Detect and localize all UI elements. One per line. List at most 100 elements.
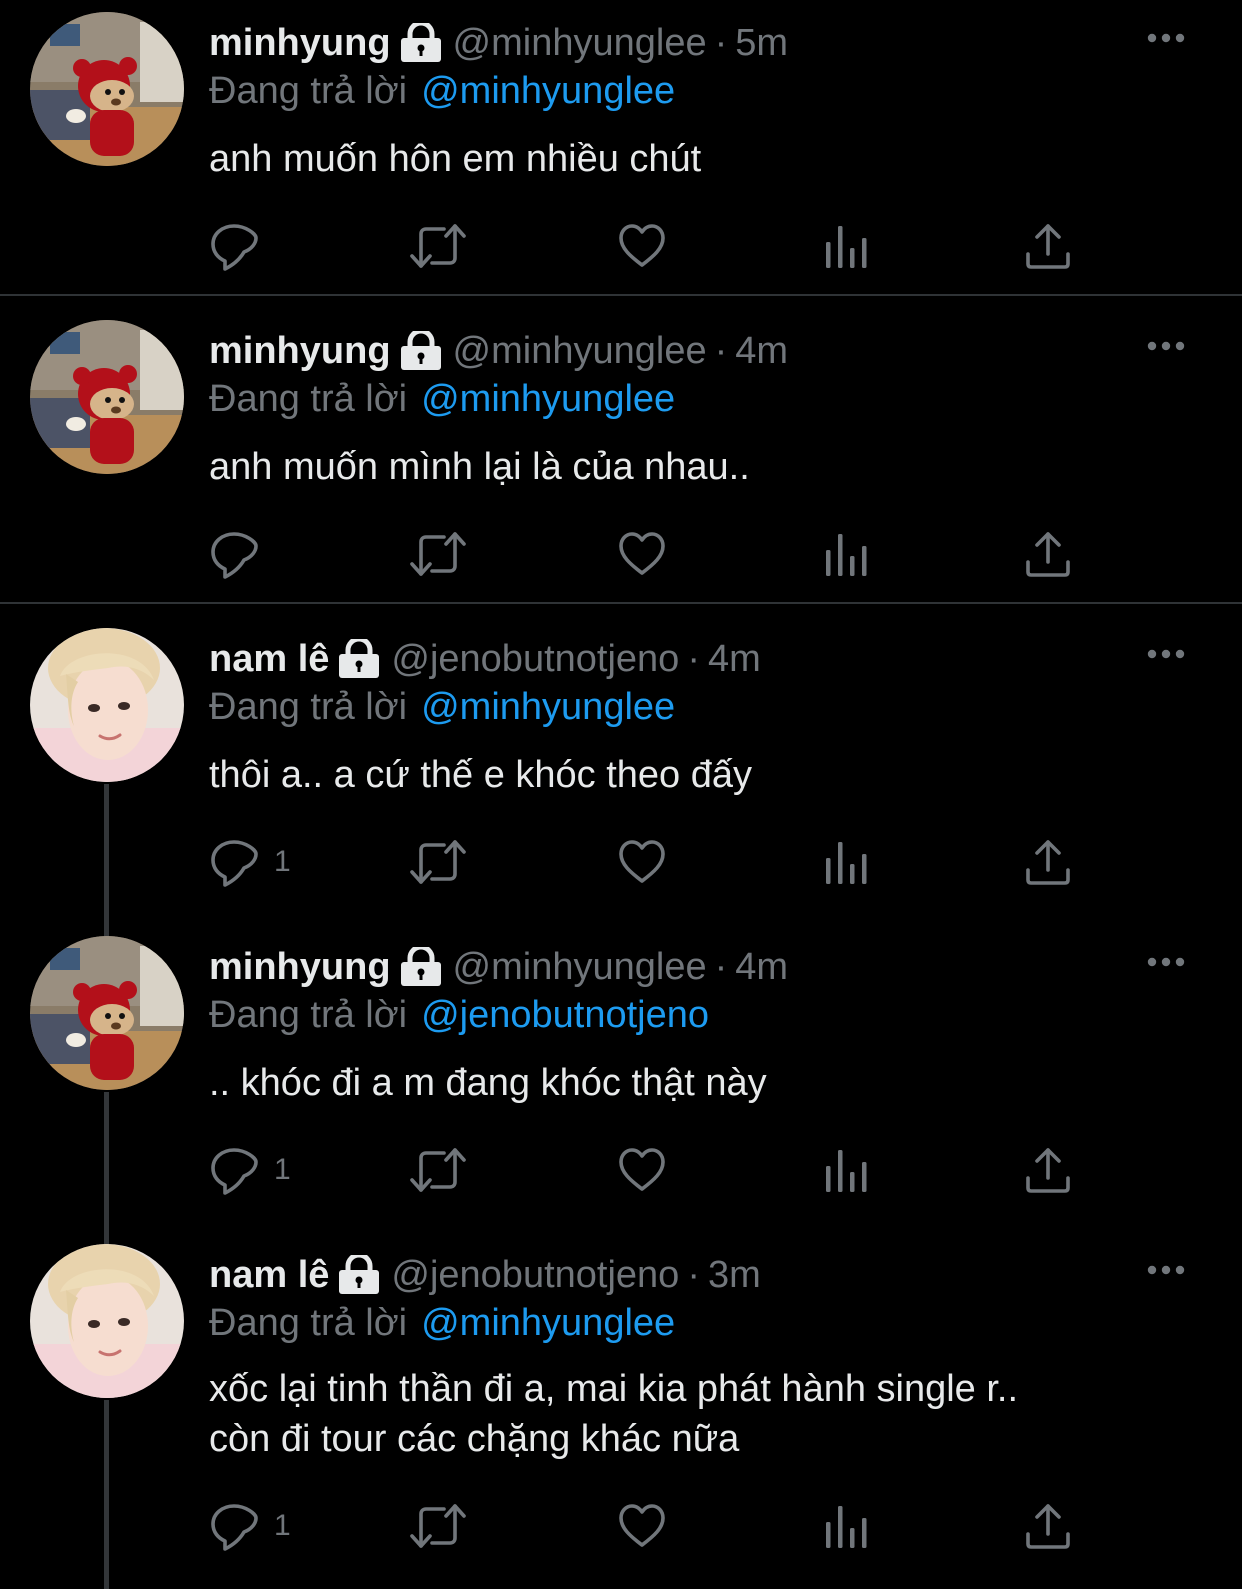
like-icon (616, 836, 668, 888)
retweet-icon (408, 528, 468, 580)
more-icon[interactable] (1144, 324, 1188, 368)
avatar[interactable] (30, 12, 184, 166)
display-name[interactable]: minhyung (209, 20, 391, 66)
views-icon (820, 1144, 872, 1196)
avatar[interactable] (30, 1244, 184, 1398)
retweet-button[interactable] (408, 526, 468, 582)
like-button[interactable] (616, 526, 668, 582)
reply-prefix: Đang trả lời (209, 378, 408, 420)
display-name[interactable]: nam lê (209, 1252, 329, 1298)
username[interactable]: @minhyunglee (453, 944, 707, 990)
share-icon (1022, 1500, 1074, 1552)
timestamp[interactable]: 4m (735, 944, 788, 990)
tweet-text: thôi a.. a cứ thế e khóc theo đấy (209, 754, 753, 796)
reply-prefix: Đang trả lời (209, 686, 408, 728)
timestamp[interactable]: 4m (708, 636, 761, 682)
reply-button[interactable] (208, 218, 274, 274)
display-name[interactable]: minhyung (209, 944, 391, 990)
more-icon[interactable] (1144, 1248, 1188, 1292)
tweet[interactable]: nam lê @jenobutnotjeno · 4m Đang trả lời… (0, 616, 1242, 924)
like-button[interactable] (616, 1498, 668, 1554)
timestamp[interactable]: 4m (735, 328, 788, 374)
reply-count: 1 (274, 1153, 291, 1186)
more-icon[interactable] (1144, 16, 1188, 60)
share-button[interactable] (1022, 526, 1074, 582)
action-bar (0, 526, 1242, 586)
lock-icon (399, 331, 443, 371)
username[interactable]: @minhyunglee (453, 20, 707, 66)
share-icon (1022, 220, 1074, 272)
separator: · (714, 22, 728, 64)
action-bar (0, 218, 1242, 278)
share-button[interactable] (1022, 834, 1074, 890)
share-icon (1022, 836, 1074, 888)
like-icon (616, 528, 668, 580)
share-button[interactable] (1022, 218, 1074, 274)
like-button[interactable] (616, 834, 668, 890)
views-button[interactable] (820, 526, 872, 582)
avatar[interactable] (30, 320, 184, 474)
retweet-button[interactable] (408, 834, 468, 890)
share-button[interactable] (1022, 1498, 1074, 1554)
views-icon (820, 1500, 872, 1552)
views-icon (820, 528, 872, 580)
reply-button[interactable]: 1 (208, 1142, 291, 1198)
lock-icon (399, 23, 443, 63)
action-bar: 1 (0, 834, 1242, 894)
tweet[interactable]: minhyung @minhyunglee · 4m Đang trả lời @… (0, 308, 1242, 602)
views-button[interactable] (820, 1498, 872, 1554)
timestamp[interactable]: 3m (708, 1252, 761, 1298)
more-icon[interactable] (1144, 940, 1188, 984)
reply-mention[interactable]: @jenobutnotjeno (421, 994, 709, 1036)
tweet[interactable]: nam lê @jenobutnotjeno · 3m Đang trả lời… (0, 1232, 1242, 1589)
like-button[interactable] (616, 218, 668, 274)
share-button[interactable] (1022, 1142, 1074, 1198)
tweet-header: nam lê @jenobutnotjeno · 3m (209, 1252, 761, 1298)
lock-icon (337, 639, 381, 679)
replying-to: Đang trả lời @minhyunglee (209, 68, 675, 114)
tweet-header: minhyung @minhyunglee · 5m (209, 20, 788, 66)
divider (0, 602, 1242, 604)
like-icon (616, 220, 668, 272)
tweet[interactable]: minhyung @minhyunglee · 4m Đang trả lời @… (0, 924, 1242, 1232)
username[interactable]: @jenobutnotjeno (391, 636, 679, 682)
share-icon (1022, 528, 1074, 580)
retweet-button[interactable] (408, 1142, 468, 1198)
reply-count: 1 (274, 845, 291, 878)
reply-button[interactable] (208, 526, 274, 582)
tweet[interactable]: minhyung @minhyunglee · 5m Đang trả lời @… (0, 0, 1242, 294)
views-button[interactable] (820, 218, 872, 274)
views-icon (820, 836, 872, 888)
separator: · (714, 946, 728, 988)
reply-prefix: Đang trả lời (209, 1302, 408, 1344)
timestamp[interactable]: 5m (735, 20, 788, 66)
views-button[interactable] (820, 834, 872, 890)
reply-mention[interactable]: @minhyunglee (421, 1302, 675, 1344)
retweet-button[interactable] (408, 1498, 468, 1554)
reply-button[interactable]: 1 (208, 834, 291, 890)
reply-mention[interactable]: @minhyunglee (421, 378, 675, 420)
more-icon[interactable] (1144, 632, 1188, 676)
tweet-text: xốc lại tinh thần đi a, mai kia phát hàn… (209, 1364, 1199, 1464)
reply-mention[interactable]: @minhyunglee (421, 686, 675, 728)
divider (0, 294, 1242, 296)
reply-button[interactable]: 1 (208, 1498, 291, 1554)
reply-count: 1 (274, 1509, 291, 1542)
action-bar: 1 (0, 1498, 1242, 1558)
like-button[interactable] (616, 1142, 668, 1198)
username[interactable]: @jenobutnotjeno (391, 1252, 679, 1298)
display-name[interactable]: minhyung (209, 328, 391, 374)
views-button[interactable] (820, 1142, 872, 1198)
username[interactable]: @minhyunglee (453, 328, 707, 374)
retweet-icon (408, 1500, 468, 1552)
avatar[interactable] (30, 628, 184, 782)
reply-mention[interactable]: @minhyunglee (421, 70, 675, 112)
display-name[interactable]: nam lê (209, 636, 329, 682)
tweet-header: minhyung @minhyunglee · 4m (209, 944, 788, 990)
avatar[interactable] (30, 936, 184, 1090)
retweet-button[interactable] (408, 218, 468, 274)
tweet-text-line: xốc lại tinh thần đi a, mai kia phát hàn… (209, 1368, 1019, 1410)
reply-icon (208, 1144, 260, 1196)
tweet-text-line: còn đi tour các chặng khác nữa (209, 1418, 740, 1460)
tweet-text: anh muốn mình lại là của nhau.. (209, 446, 750, 488)
